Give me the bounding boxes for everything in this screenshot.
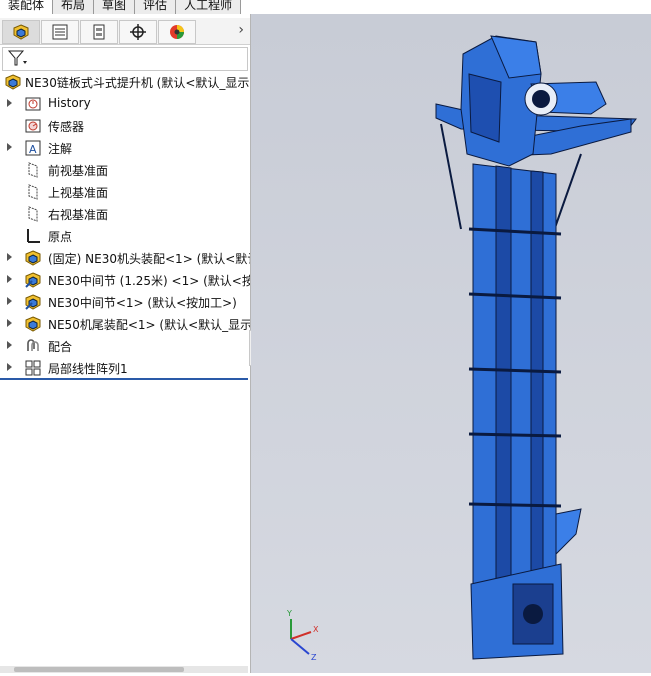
tree-item-mates[interactable]: 配合: [0, 336, 250, 356]
expand-icon[interactable]: [7, 319, 12, 327]
tree-item-middle-section-125[interactable]: NE30中间节 (1.25米) <1> (默认<按: [0, 270, 250, 290]
scrollbar-thumb[interactable]: [14, 667, 184, 672]
tree-item-top-plane[interactable]: 上视基准面: [0, 182, 250, 202]
feature-manager-tab[interactable]: [2, 20, 40, 44]
horizontal-scrollbar[interactable]: [0, 666, 248, 673]
svg-text:Y: Y: [286, 609, 292, 618]
feature-manager-panel: › NE30链板式斗式提升机 (默认<默认_显示 History 传感器 A 注…: [0, 14, 251, 673]
subassembly-icon: [25, 294, 41, 310]
tab-sketch[interactable]: 草图: [94, 0, 136, 15]
assembly-tree-icon: [13, 24, 29, 40]
tree-item-label: 传感器: [48, 120, 85, 134]
crosshair-icon: [130, 24, 146, 40]
tree-item-label: 右视基准面: [48, 208, 109, 222]
filter-icon: [7, 50, 27, 66]
graphics-viewport[interactable]: Y X Z: [251, 14, 651, 673]
dimxpert-tab[interactable]: [119, 20, 157, 44]
tree-item-label: 原点: [48, 230, 73, 244]
expand-icon[interactable]: [7, 253, 12, 261]
expand-icon[interactable]: [7, 341, 12, 349]
tree-item-label: 前视基准面: [48, 164, 109, 178]
command-tabs: 装配体 布局 草图 评估 人工程师: [0, 0, 300, 15]
expand-icon[interactable]: [7, 99, 12, 107]
expand-icon[interactable]: [7, 275, 12, 283]
expand-icon[interactable]: [7, 363, 12, 371]
history-icon: [25, 97, 41, 111]
bucket-elevator-model: Y X Z: [286, 35, 637, 662]
subassembly-icon: [25, 272, 41, 288]
appearance-ball-icon: [170, 25, 184, 39]
svg-text:Z: Z: [311, 653, 317, 662]
tree-item-front-plane[interactable]: 前视基准面: [0, 160, 250, 180]
tree-item-label: History: [48, 96, 91, 110]
subassembly-icon: [25, 250, 41, 266]
tree-item-linear-pattern[interactable]: 局部线性阵列1: [0, 358, 250, 378]
tree-item-label: 局部线性阵列1: [48, 362, 128, 376]
expand-icon[interactable]: [7, 297, 12, 305]
plane-icon: [28, 206, 38, 222]
configuration-icon: [93, 24, 105, 40]
tree-root-label: NE30链板式斗式提升机 (默认<默认_显示: [25, 76, 250, 90]
tab-evaluate[interactable]: 评估: [135, 0, 177, 15]
subassembly-icon: [25, 316, 41, 332]
tree-item-sensors[interactable]: 传感器: [0, 116, 250, 136]
svg-text:A: A: [29, 143, 37, 156]
tree-root[interactable]: NE30链板式斗式提升机 (默认<默认_显示: [0, 72, 250, 92]
expand-icon[interactable]: [7, 143, 12, 151]
tab-assembly[interactable]: 装配体: [0, 0, 54, 15]
tree-item-label: 注解: [48, 142, 73, 156]
display-manager-tab[interactable]: [158, 20, 196, 44]
linear-pattern-icon: [25, 360, 41, 376]
tree-item-tail-assembly[interactable]: NE50机尾装配<1> (默认<默认_显示: [0, 314, 250, 334]
tree-item-annotations[interactable]: A 注解: [0, 138, 250, 158]
rollback-bar[interactable]: [0, 378, 248, 380]
tree-item-origin[interactable]: 原点: [0, 226, 250, 246]
tree-item-middle-section[interactable]: NE30中间节<1> (默认<按加工>): [0, 292, 250, 312]
tree-item-label: 配合: [48, 340, 73, 354]
manager-iconbar: ›: [0, 18, 250, 45]
sensor-icon: [25, 119, 41, 133]
property-manager-tab[interactable]: [41, 20, 79, 44]
tree-item-label: NE50机尾装配<1> (默认<默认_显示: [48, 318, 250, 332]
tree-item-history[interactable]: History: [0, 94, 250, 114]
svg-text:X: X: [313, 625, 319, 634]
configuration-manager-tab[interactable]: [80, 20, 118, 44]
tab-layout[interactable]: 布局: [53, 0, 95, 15]
tab-engineer[interactable]: 人工程师: [176, 0, 242, 15]
annotation-icon: A: [25, 140, 41, 156]
tree-item-label: (固定) NE30机头装配<1> (默认<默认: [48, 252, 250, 266]
tree-item-label: NE30中间节 (1.25米) <1> (默认<按: [48, 274, 250, 288]
tree-item-label: 上视基准面: [48, 186, 109, 200]
tree-filter[interactable]: [2, 47, 248, 71]
tree-item-right-plane[interactable]: 右视基准面: [0, 204, 250, 224]
tree-item-head-assembly[interactable]: (固定) NE30机头装配<1> (默认<默认: [0, 248, 250, 268]
plane-icon: [28, 162, 38, 178]
property-list-icon: [52, 24, 68, 40]
plane-icon: [28, 184, 38, 200]
chevron-right-icon[interactable]: ›: [238, 22, 244, 38]
mates-icon: [27, 339, 39, 351]
origin-icon: [27, 229, 40, 243]
tree-item-label: NE30中间节<1> (默认<按加工>): [48, 296, 237, 310]
assembly-icon: [5, 74, 21, 90]
